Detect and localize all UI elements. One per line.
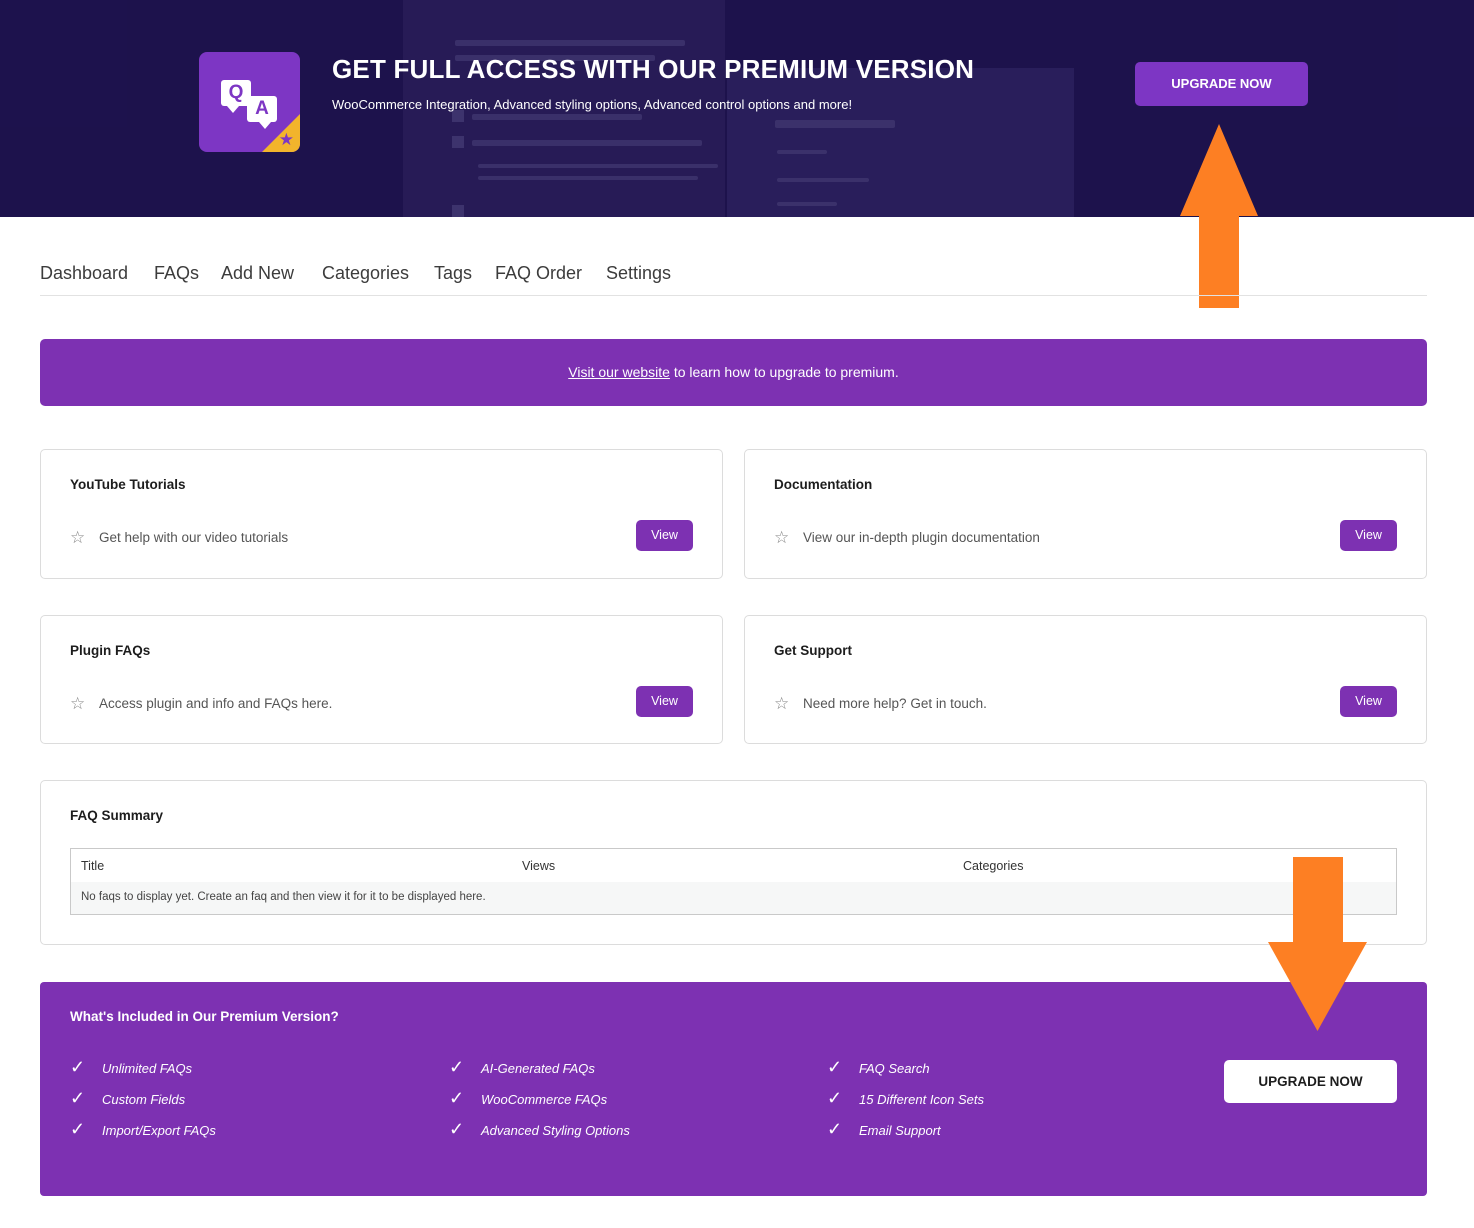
card-title: Documentation	[774, 477, 873, 492]
faq-summary-panel: FAQ Summary Title Views Categories No fa…	[40, 780, 1427, 945]
check-icon: ✓	[827, 1088, 843, 1108]
faq-summary-table: Title Views Categories No faqs to displa…	[70, 848, 1397, 915]
card-title: Get Support	[774, 643, 852, 658]
tab-tags[interactable]: Tags	[434, 263, 472, 284]
star-outline-icon: ☆	[70, 694, 86, 713]
feature-item: ✓ AI-Generated FAQs	[449, 1057, 595, 1077]
banner-subtitle: WooCommerce Integration, Advanced stylin…	[332, 97, 853, 112]
column-views: Views	[522, 859, 556, 873]
card-plugin-faqs: Plugin FAQs ☆ Access plugin and info and…	[40, 615, 723, 744]
card-description: Access plugin and info and FAQs here.	[99, 696, 333, 711]
check-icon: ✓	[449, 1057, 465, 1077]
card-title: Plugin FAQs	[70, 643, 151, 658]
column-title: Title	[81, 859, 105, 873]
card-description: View our in-depth plugin documentation	[803, 530, 1040, 545]
upgrade-now-button-bottom[interactable]: UPGRADE NOW	[1224, 1060, 1397, 1103]
tab-add-new[interactable]: Add New	[221, 263, 294, 284]
check-icon: ✓	[827, 1119, 843, 1139]
check-icon: ✓	[70, 1119, 86, 1139]
feature-item: ✓ 15 Different Icon Sets	[827, 1088, 985, 1108]
feature-item: ✓ FAQ Search	[827, 1057, 930, 1077]
star-icon: ★	[278, 130, 294, 149]
card-documentation: Documentation ☆ View our in-depth plugin…	[744, 449, 1427, 579]
table-row: No faqs to display yet. Create an faq an…	[71, 882, 1396, 914]
visit-website-link[interactable]: Visit our website	[568, 364, 670, 380]
card-get-support: Get Support ☆ Need more help? Get in tou…	[744, 615, 1427, 744]
card-title: YouTube Tutorials	[70, 477, 186, 492]
card-description: Need more help? Get in touch.	[803, 696, 987, 711]
tab-settings[interactable]: Settings	[606, 263, 671, 284]
column-categories: Categories	[963, 859, 1024, 873]
check-icon: ✓	[449, 1088, 465, 1108]
check-icon: ✓	[827, 1057, 843, 1077]
view-youtube-button[interactable]: View	[636, 520, 693, 551]
admin-nav-tabs: Dashboard FAQs Add New Categories Tags F…	[40, 263, 1427, 296]
upgrade-notice: Visit our website to learn how to upgrad…	[40, 339, 1427, 406]
check-icon: ✓	[449, 1119, 465, 1139]
premium-features-panel: What's Included in Our Premium Version? …	[40, 982, 1427, 1196]
tab-faqs[interactable]: FAQs	[154, 263, 199, 284]
tab-dashboard[interactable]: Dashboard	[40, 263, 128, 284]
tab-categories[interactable]: Categories	[322, 263, 409, 284]
feature-item: ✓ WooCommerce FAQs	[449, 1088, 608, 1108]
feature-item: ✓ Email Support	[827, 1119, 941, 1139]
star-outline-icon: ☆	[774, 694, 790, 713]
star-outline-icon: ☆	[774, 528, 790, 547]
check-icon: ✓	[70, 1088, 86, 1108]
banner-title: GET FULL ACCESS WITH OUR PREMIUM VERSION	[332, 54, 975, 84]
feature-item: ✓ Unlimited FAQs	[70, 1057, 193, 1077]
feature-item: ✓ Custom Fields	[70, 1088, 186, 1108]
feature-item: ✓ Advanced Styling Options	[449, 1119, 630, 1139]
empty-message: No faqs to display yet. Create an faq an…	[81, 891, 486, 903]
card-description: Get help with our video tutorials	[99, 530, 289, 545]
tab-faq-order[interactable]: FAQ Order	[495, 263, 582, 284]
summary-title: FAQ Summary	[70, 808, 164, 823]
check-icon: ✓	[70, 1057, 86, 1077]
premium-title: What's Included in Our Premium Version?	[70, 1009, 339, 1024]
notice-text: to learn how to upgrade to premium.	[669, 364, 899, 380]
faq-plugin-logo: Q A ★	[199, 52, 300, 152]
view-plugin-faqs-button[interactable]: View	[636, 686, 693, 717]
table-header: Title Views Categories	[71, 849, 1396, 883]
orange-arrow-down-icon	[1268, 857, 1367, 1031]
view-documentation-button[interactable]: View	[1340, 520, 1397, 551]
view-support-button[interactable]: View	[1340, 686, 1397, 717]
card-youtube-tutorials: YouTube Tutorials ☆ Get help with our vi…	[40, 449, 723, 579]
feature-item: ✓ Import/Export FAQs	[70, 1119, 216, 1139]
star-outline-icon: ☆	[70, 528, 86, 547]
upgrade-now-button[interactable]: UPGRADE NOW	[1135, 62, 1308, 106]
